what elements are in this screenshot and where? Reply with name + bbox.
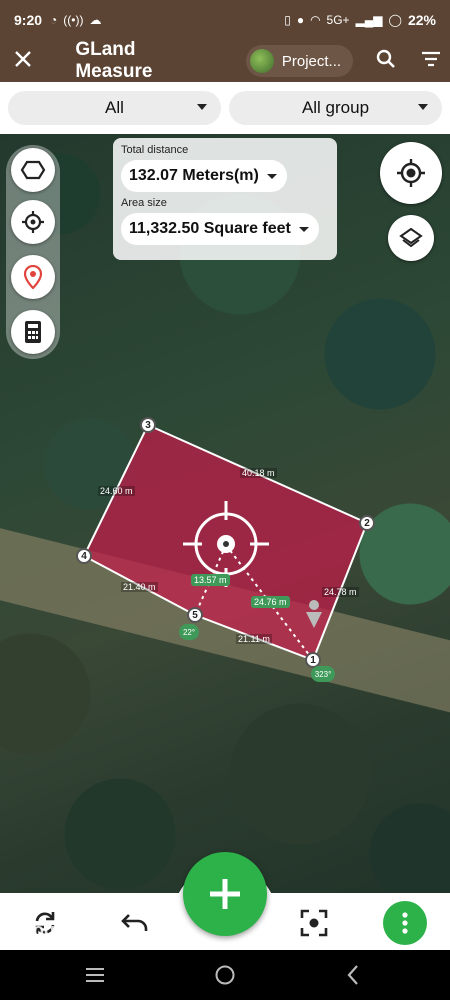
more-options-button[interactable] bbox=[383, 901, 427, 945]
vibrate-icon: ▯ bbox=[284, 13, 291, 27]
target-icon bbox=[22, 211, 44, 233]
project-selector[interactable]: Project... bbox=[245, 45, 354, 77]
more-vertical-icon bbox=[402, 912, 408, 934]
whatsapp-icon: ◔ bbox=[50, 13, 58, 27]
recents-button[interactable] bbox=[82, 962, 108, 988]
map-tool-panel bbox=[6, 145, 60, 359]
area-label: Area size bbox=[121, 197, 167, 209]
focus-capture-button[interactable] bbox=[297, 906, 331, 940]
area-unit-dropdown[interactable]: 11,332.50 Square feet bbox=[121, 213, 319, 245]
wifi-icon: ◠ bbox=[310, 13, 321, 27]
cloud-icon: ☁ bbox=[89, 13, 102, 27]
edge-length-label: 24.60 m bbox=[98, 486, 135, 496]
search-button[interactable] bbox=[367, 49, 404, 74]
group-filter-dropdown[interactable]: All group bbox=[229, 91, 442, 125]
layers-icon bbox=[399, 227, 423, 248]
home-button[interactable] bbox=[212, 962, 238, 988]
battery-level: 22% bbox=[407, 12, 436, 28]
search-icon bbox=[376, 49, 395, 68]
group-filter-value: All group bbox=[301, 98, 370, 117]
calculator-icon bbox=[25, 321, 41, 343]
type-filter-dropdown[interactable]: All bbox=[8, 91, 221, 125]
system-nav-bar bbox=[0, 950, 450, 1000]
caret-down-icon bbox=[266, 174, 277, 179]
hotspot-icon: ((•)) bbox=[63, 13, 84, 27]
filter-button[interactable] bbox=[413, 51, 450, 72]
back-icon bbox=[347, 965, 358, 985]
my-location-button[interactable] bbox=[380, 142, 442, 204]
google-watermark: Google bbox=[8, 920, 70, 940]
gps-icon bbox=[397, 159, 425, 187]
close-button[interactable] bbox=[0, 48, 45, 74]
type-filter-value: All bbox=[105, 98, 124, 117]
angle-label: 323° bbox=[311, 666, 335, 682]
filter-icon bbox=[422, 51, 441, 66]
vertex-marker[interactable]: 5 bbox=[187, 607, 203, 623]
close-icon bbox=[14, 51, 31, 67]
vertex-marker[interactable]: 3 bbox=[140, 417, 156, 433]
target-button[interactable] bbox=[11, 200, 55, 244]
battery-icon: ◯ bbox=[388, 13, 402, 27]
vertex-marker[interactable]: 2 bbox=[359, 515, 375, 531]
map-layers-button[interactable] bbox=[388, 215, 434, 261]
add-point-button[interactable] bbox=[183, 852, 267, 936]
project-label: Project... bbox=[281, 52, 342, 70]
app-title: GLand Measure bbox=[75, 39, 153, 82]
focus-frame-icon bbox=[300, 909, 328, 937]
caret-down-icon bbox=[418, 104, 428, 110]
location-icon: ● bbox=[296, 13, 305, 27]
add-marker-button[interactable] bbox=[11, 255, 55, 299]
area-value: 11,332.50 Square feet bbox=[129, 220, 291, 237]
distance-unit-dropdown[interactable]: 132.07 Meters(m) bbox=[121, 160, 287, 192]
map-pin-icon bbox=[23, 265, 43, 289]
filter-bar: All All group bbox=[0, 82, 450, 134]
signal-icon: ▂▄▆ bbox=[355, 13, 383, 27]
home-icon bbox=[215, 965, 235, 985]
status-time: 9:20 bbox=[14, 12, 43, 28]
caret-down-icon bbox=[197, 104, 207, 110]
distance-label: Total distance bbox=[121, 144, 189, 156]
app-bar: GLand Measure Project... bbox=[0, 39, 450, 82]
calculator-button[interactable] bbox=[11, 310, 55, 354]
network-type: 5G+ bbox=[326, 13, 350, 27]
measure-label: 13.57 m bbox=[191, 574, 230, 586]
measure-label: 24.76 m bbox=[251, 596, 290, 608]
measurement-info-panel: Total distance 132.07 Meters(m) Area siz… bbox=[113, 138, 337, 260]
project-thumbnail bbox=[249, 49, 274, 73]
edge-length-label: 24.78 m bbox=[322, 587, 359, 597]
vertex-marker[interactable]: 4 bbox=[76, 548, 92, 564]
status-bar: 9:20 ◔ ((•)) ☁ ▯ ● ◠ 5G+ ▂▄▆ ◯ 22% bbox=[0, 0, 450, 40]
distance-value: 132.07 Meters(m) bbox=[129, 167, 259, 184]
edge-length-label: 21.11 m bbox=[236, 634, 272, 644]
undo-button[interactable] bbox=[118, 906, 152, 940]
plus-icon bbox=[210, 879, 240, 909]
edge-length-label: 40.18 m bbox=[240, 468, 277, 478]
recents-icon bbox=[86, 968, 104, 982]
edge-length-label: 21.40 m bbox=[121, 582, 158, 592]
back-button[interactable] bbox=[340, 962, 366, 988]
polygon-icon bbox=[20, 160, 46, 180]
angle-label: 22° bbox=[179, 624, 199, 640]
caret-down-icon bbox=[298, 227, 309, 232]
undo-icon bbox=[121, 914, 148, 931]
polygon-mode-button[interactable] bbox=[11, 148, 55, 192]
